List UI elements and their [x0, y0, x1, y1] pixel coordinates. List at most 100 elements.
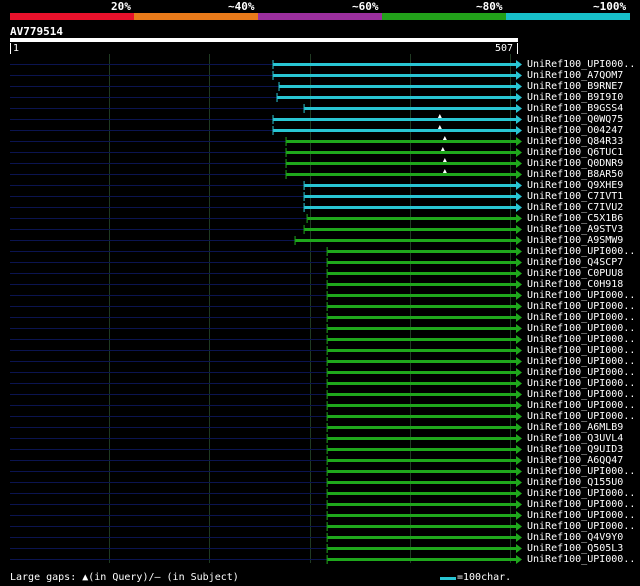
hit-bar[interactable] — [327, 558, 516, 561]
hit-name-label[interactable]: UniRef100_UPI000.. — [527, 400, 635, 411]
hit-name-label[interactable]: UniRef100_Q0WQ75 — [527, 114, 623, 125]
hit-name-label[interactable]: UniRef100_A6QQ47 — [527, 455, 623, 466]
hit-name-label[interactable]: UniRef100_UPI000.. — [527, 59, 635, 70]
hit-name-label[interactable]: UniRef100_O04247 — [527, 125, 623, 136]
hit-name-label[interactable]: UniRef100_UPI000.. — [527, 488, 635, 499]
hit-bar[interactable] — [327, 349, 516, 352]
hit-name-label[interactable]: UniRef100_A7QOM7 — [527, 70, 623, 81]
hit-name-label[interactable]: UniRef100_UPI000.. — [527, 334, 635, 345]
hit-name-label[interactable]: UniRef100_B9RNE7 — [527, 81, 623, 92]
hit-end-arrow — [516, 82, 522, 91]
hit-bar[interactable] — [304, 195, 516, 198]
hit-end-arrow — [516, 324, 522, 333]
hit-bar[interactable] — [327, 470, 516, 473]
hit-name-label[interactable]: UniRef100_Q9XHE9 — [527, 180, 623, 191]
hit-bar[interactable] — [327, 272, 516, 275]
hit-bar[interactable] — [327, 261, 516, 264]
hit-end-arrow — [516, 368, 522, 377]
hit-bar[interactable] — [273, 118, 516, 121]
hit-bar[interactable] — [327, 338, 516, 341]
hit-bar[interactable] — [327, 404, 516, 407]
hit-bar[interactable] — [327, 503, 516, 506]
hit-bar[interactable] — [273, 129, 516, 132]
hit-bar[interactable] — [304, 206, 516, 209]
hit-bar[interactable] — [327, 294, 516, 297]
hit-name-label[interactable]: UniRef100_Q4SCP7 — [527, 257, 623, 268]
hit-name-label[interactable]: UniRef100_B8AR50 — [527, 169, 623, 180]
hit-bar[interactable] — [327, 481, 516, 484]
hit-name-label[interactable]: UniRef100_UPI000.. — [527, 466, 635, 477]
hit-name-label[interactable]: UniRef100_Q505L3 — [527, 543, 623, 554]
hit-bar[interactable] — [327, 382, 516, 385]
hit-end-arrow — [516, 104, 522, 113]
hit-bar[interactable] — [327, 514, 516, 517]
hit-name-label[interactable]: UniRef100_UPI000.. — [527, 389, 635, 400]
hit-bar[interactable] — [304, 184, 516, 187]
hit-end-arrow — [516, 60, 522, 69]
hit-bar[interactable] — [273, 63, 516, 66]
hit-name-label[interactable]: UniRef100_C7IVU2 — [527, 202, 623, 213]
hit-bar[interactable] — [295, 239, 516, 242]
hit-start-tick — [326, 357, 328, 366]
hit-name-label[interactable]: UniRef100_UPI000.. — [527, 510, 635, 521]
hit-end-arrow — [516, 456, 522, 465]
hit-name-label[interactable]: UniRef100_UPI000.. — [527, 499, 635, 510]
hit-name-label[interactable]: UniRef100_UPI000.. — [527, 367, 635, 378]
hit-bar[interactable] — [286, 162, 516, 165]
hit-name-label[interactable]: UniRef100_UPI000.. — [527, 290, 635, 301]
hit-bar[interactable] — [327, 327, 516, 330]
hit-bar[interactable] — [327, 283, 516, 286]
hit-name-label[interactable]: UniRef100_UPI000.. — [527, 356, 635, 367]
hit-bar[interactable] — [273, 74, 516, 77]
hit-end-arrow — [516, 137, 522, 146]
hit-bar[interactable] — [327, 360, 516, 363]
hit-bar[interactable] — [327, 492, 516, 495]
hit-bar[interactable] — [327, 393, 516, 396]
hit-name-label[interactable]: UniRef100_A9STV3 — [527, 224, 623, 235]
hit-bar[interactable] — [327, 415, 516, 418]
hit-bar[interactable] — [327, 448, 516, 451]
hit-name-label[interactable]: UniRef100_Q4V9Y0 — [527, 532, 623, 543]
hit-name-label[interactable]: UniRef100_C7IVT1 — [527, 191, 623, 202]
hit-name-label[interactable]: UniRef100_UPI000.. — [527, 312, 635, 323]
hit-name-label[interactable]: UniRef100_UPI000.. — [527, 554, 635, 565]
hit-bar[interactable] — [304, 228, 516, 231]
hit-name-label[interactable]: UniRef100_A6MLB9 — [527, 422, 623, 433]
hit-bar[interactable] — [286, 140, 516, 143]
hit-name-label[interactable]: UniRef100_A9SMW9 — [527, 235, 623, 246]
hit-name-label[interactable]: UniRef100_Q0DNR9 — [527, 158, 623, 169]
hit-bar[interactable] — [327, 305, 516, 308]
hit-bar[interactable] — [307, 217, 516, 220]
hit-bar[interactable] — [327, 536, 516, 539]
hit-bar[interactable] — [286, 173, 516, 176]
hit-name-label[interactable]: UniRef100_UPI000.. — [527, 378, 635, 389]
hit-name-label[interactable]: UniRef100_Q3UVL4 — [527, 433, 623, 444]
hit-bar[interactable] — [327, 371, 516, 374]
hit-name-label[interactable]: UniRef100_Q155U0 — [527, 477, 623, 488]
hit-bar[interactable] — [327, 525, 516, 528]
hit-name-label[interactable]: UniRef100_UPI000.. — [527, 521, 635, 532]
hit-name-label[interactable]: UniRef100_UPI000.. — [527, 246, 635, 257]
hit-bar[interactable] — [327, 437, 516, 440]
hit-name-label[interactable]: UniRef100_B9GSS4 — [527, 103, 623, 114]
hit-bar[interactable] — [304, 107, 516, 110]
hit-name-label[interactable]: UniRef100_B9I9I0 — [527, 92, 623, 103]
hit-bar[interactable] — [277, 96, 516, 99]
hit-name-label[interactable]: UniRef100_UPI000.. — [527, 301, 635, 312]
hit-bar[interactable] — [327, 250, 516, 253]
hit-bar[interactable] — [327, 459, 516, 462]
hit-bar[interactable] — [279, 85, 516, 88]
hit-name-label[interactable]: UniRef100_UPI000.. — [527, 411, 635, 422]
hit-name-label[interactable]: UniRef100_Q6TUC1 — [527, 147, 623, 158]
hit-name-label[interactable]: UniRef100_C0PUU8 — [527, 268, 623, 279]
hit-bar[interactable] — [327, 316, 516, 319]
hit-name-label[interactable]: UniRef100_UPI000.. — [527, 323, 635, 334]
hit-bar[interactable] — [327, 426, 516, 429]
hit-name-label[interactable]: UniRef100_Q9UID3 — [527, 444, 623, 455]
hit-name-label[interactable]: UniRef100_C5X1B6 — [527, 213, 623, 224]
hit-bar[interactable] — [286, 151, 516, 154]
hit-name-label[interactable]: UniRef100_UPI000.. — [527, 345, 635, 356]
hit-bar[interactable] — [327, 547, 516, 550]
hit-name-label[interactable]: UniRef100_C0H918 — [527, 279, 623, 290]
hit-name-label[interactable]: UniRef100_Q84R33 — [527, 136, 623, 147]
